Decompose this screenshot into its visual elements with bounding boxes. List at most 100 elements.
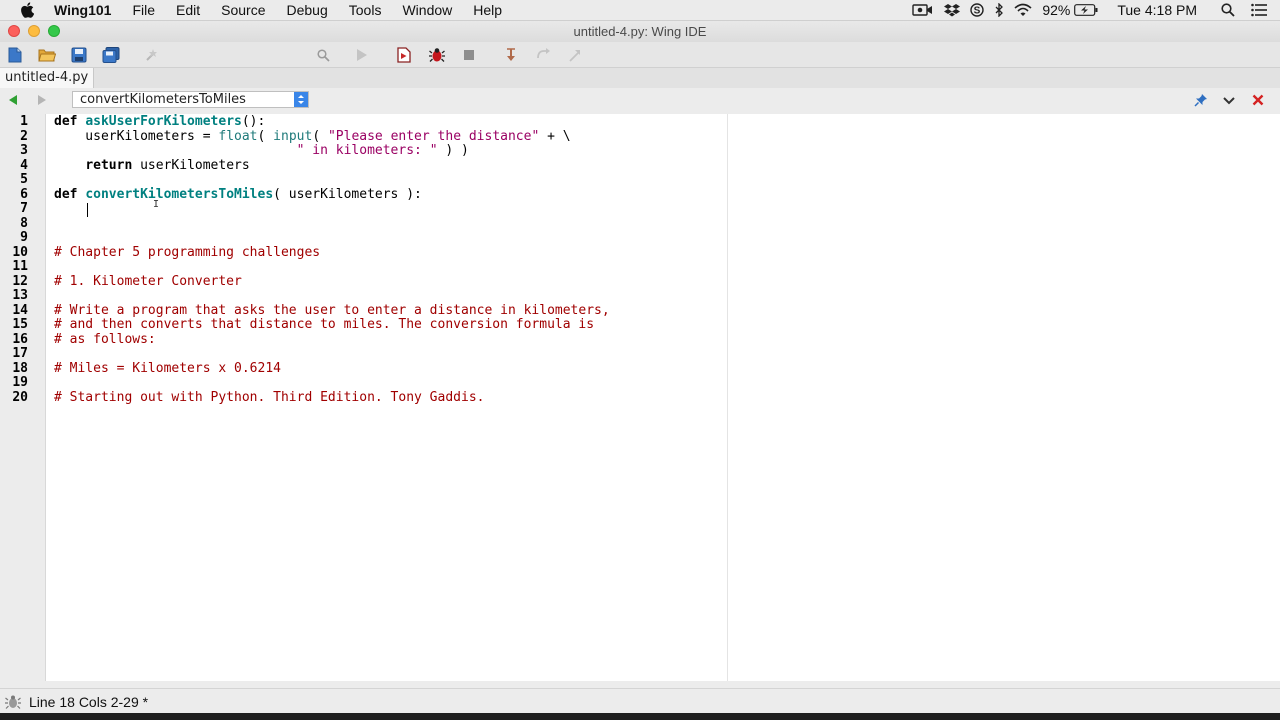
status-bar: Line 18 Cols 2-29 *	[0, 688, 1280, 714]
code-line[interactable]: # as follows:	[54, 331, 156, 348]
editor-tab-bar: untitled-4.py	[0, 68, 1280, 89]
scope-dropdown[interactable]: convertKilometersToMiles	[72, 91, 309, 108]
bluetooth-icon[interactable]	[994, 3, 1004, 17]
menu-tools[interactable]: Tools	[349, 2, 382, 18]
code-token: (	[257, 128, 274, 144]
window-close-button[interactable]	[8, 25, 20, 37]
code-line[interactable]: # Chapter 5 programming challenges	[54, 245, 320, 261]
code-token: userKilometers =	[54, 128, 219, 144]
code-editor[interactable]: 1 2 3 4 5 6 7 8 9 10 11 12 13 14 15 16 17 18 19 20 def askU…	[0, 114, 1280, 681]
step-out-icon[interactable]	[566, 46, 584, 64]
forward-arrow-icon[interactable]	[36, 94, 48, 109]
menu-edit[interactable]: Edit	[176, 2, 200, 18]
open-folder-icon[interactable]	[38, 46, 56, 64]
debug-bug-icon[interactable]	[428, 46, 446, 64]
tab-untitled-4[interactable]: untitled-4.py	[0, 68, 95, 89]
code-token: ) )	[437, 143, 469, 158]
code-token: # and then converts that distance to mil…	[54, 317, 595, 332]
camera-icon[interactable]	[912, 3, 934, 17]
run-icon[interactable]	[353, 46, 371, 64]
line-number: 5	[20, 172, 28, 187]
battery-percent: 92%	[1042, 2, 1071, 18]
line-number: 16	[12, 331, 28, 347]
wifi-icon[interactable]	[1014, 3, 1032, 17]
code-token: (	[312, 128, 328, 144]
code-token: " in kilometers: "	[296, 143, 438, 158]
menu-app-name[interactable]: Wing101	[54, 2, 111, 18]
window-minimize-button[interactable]	[28, 25, 40, 37]
line-number: 9	[20, 230, 28, 245]
code-line[interactable]: # Starting out with Python. Third Editio…	[54, 389, 485, 406]
code-token: userKilometers	[132, 157, 250, 173]
skype-icon[interactable]: S	[970, 3, 985, 17]
code-line[interactable]: # Write a program that asks the user to …	[54, 302, 610, 319]
line-number: 11	[12, 259, 28, 274]
line-number: 15	[12, 317, 28, 332]
code-line[interactable]: # Miles = Kilometers x 0.6214	[54, 361, 281, 377]
window-title-bar: untitled-4.py: Wing IDE	[0, 21, 1280, 42]
menu-debug[interactable]: Debug	[287, 2, 328, 18]
clock[interactable]: Tue 4:18 PM	[1117, 2, 1197, 18]
line-number-gutter[interactable]: 1 2 3 4 5 6 7 8 9 10 11 12 13 14 15 16 17 18 19 20	[0, 114, 46, 681]
mouse-ibeam-cursor: I	[153, 199, 160, 210]
code-line[interactable]: userKilometers = float( input( "Please e…	[54, 128, 570, 145]
line-number: 8	[20, 215, 28, 231]
pin-icon[interactable]	[1194, 93, 1208, 110]
menu-window[interactable]: Window	[402, 2, 452, 18]
code-line[interactable]: def convertKilometersToMiles( userKilome…	[54, 186, 422, 203]
stop-icon[interactable]	[460, 46, 478, 64]
menu-help[interactable]: Help	[473, 2, 502, 18]
code-token: # Write a program that asks the user to …	[54, 302, 610, 318]
options-chevron-icon[interactable]	[1223, 94, 1235, 109]
code-line[interactable]: return userKilometers	[54, 157, 250, 174]
window-title: untitled-4.py: Wing IDE	[573, 24, 707, 39]
menu-file[interactable]: File	[132, 2, 155, 18]
notification-center-icon[interactable]	[1251, 3, 1267, 17]
step-over-icon[interactable]	[535, 46, 553, 64]
scope-dropdown-value: convertKilometersToMiles	[80, 92, 246, 107]
line-number: 4	[20, 157, 28, 173]
line-number: 3	[20, 143, 28, 158]
close-editor-icon[interactable]	[1252, 94, 1264, 109]
dropdown-arrows-icon[interactable]	[294, 92, 308, 107]
menu-bar: Wing101 File Edit Source Debug Tools Win…	[0, 0, 1280, 21]
new-file-icon[interactable]	[6, 46, 24, 64]
code-line[interactable]: # and then converts that distance to mil…	[54, 317, 595, 333]
code-token: "Please enter the distance"	[327, 128, 540, 144]
menu-source[interactable]: Source	[221, 2, 265, 18]
status-menus: S 92% Tue 4:18 PM	[902, 0, 1280, 20]
line-number: 19	[12, 375, 28, 390]
save-icon[interactable]	[70, 46, 88, 64]
back-arrow-icon[interactable]	[7, 94, 19, 109]
dropbox-icon[interactable]	[944, 3, 961, 17]
code-line[interactable]: " in kilometers: " ) )	[54, 143, 469, 159]
code-line[interactable]: def askUserForKilometers():	[54, 114, 266, 130]
code-token: askUserForKilometers	[85, 114, 242, 129]
code-token: ( userKilometers ):	[273, 186, 422, 202]
editor-navigation-bar: convertKilometersToMiles	[0, 88, 1280, 112]
step-into-icon[interactable]	[502, 46, 520, 64]
code-token: # as follows:	[54, 331, 156, 347]
line-number: 20	[12, 389, 28, 405]
search-options-icon[interactable]	[144, 46, 162, 64]
text-cursor	[87, 203, 88, 217]
screen-bottom-edge	[0, 713, 1280, 720]
code-token: ():	[241, 114, 266, 129]
line-number: 17	[12, 346, 28, 361]
status-bug-icon[interactable]	[5, 694, 21, 713]
line-number: 1	[20, 114, 28, 129]
line-number: 7	[20, 201, 28, 216]
window-zoom-button[interactable]	[48, 25, 60, 37]
line-number: 13	[12, 288, 28, 303]
line-number: 2	[20, 128, 28, 144]
save-all-icon[interactable]	[102, 46, 120, 64]
apple-menu-icon[interactable]	[20, 2, 36, 18]
spotlight-search-icon[interactable]	[1221, 3, 1235, 17]
code-token: # Starting out with Python. Third Editio…	[54, 389, 485, 405]
step-into-file-icon[interactable]	[395, 46, 413, 64]
code-line[interactable]	[54, 202, 85, 217]
battery-icon[interactable]	[1074, 4, 1098, 16]
search-icon[interactable]	[314, 46, 332, 64]
code-line[interactable]: # 1. Kilometer Converter	[54, 274, 242, 290]
